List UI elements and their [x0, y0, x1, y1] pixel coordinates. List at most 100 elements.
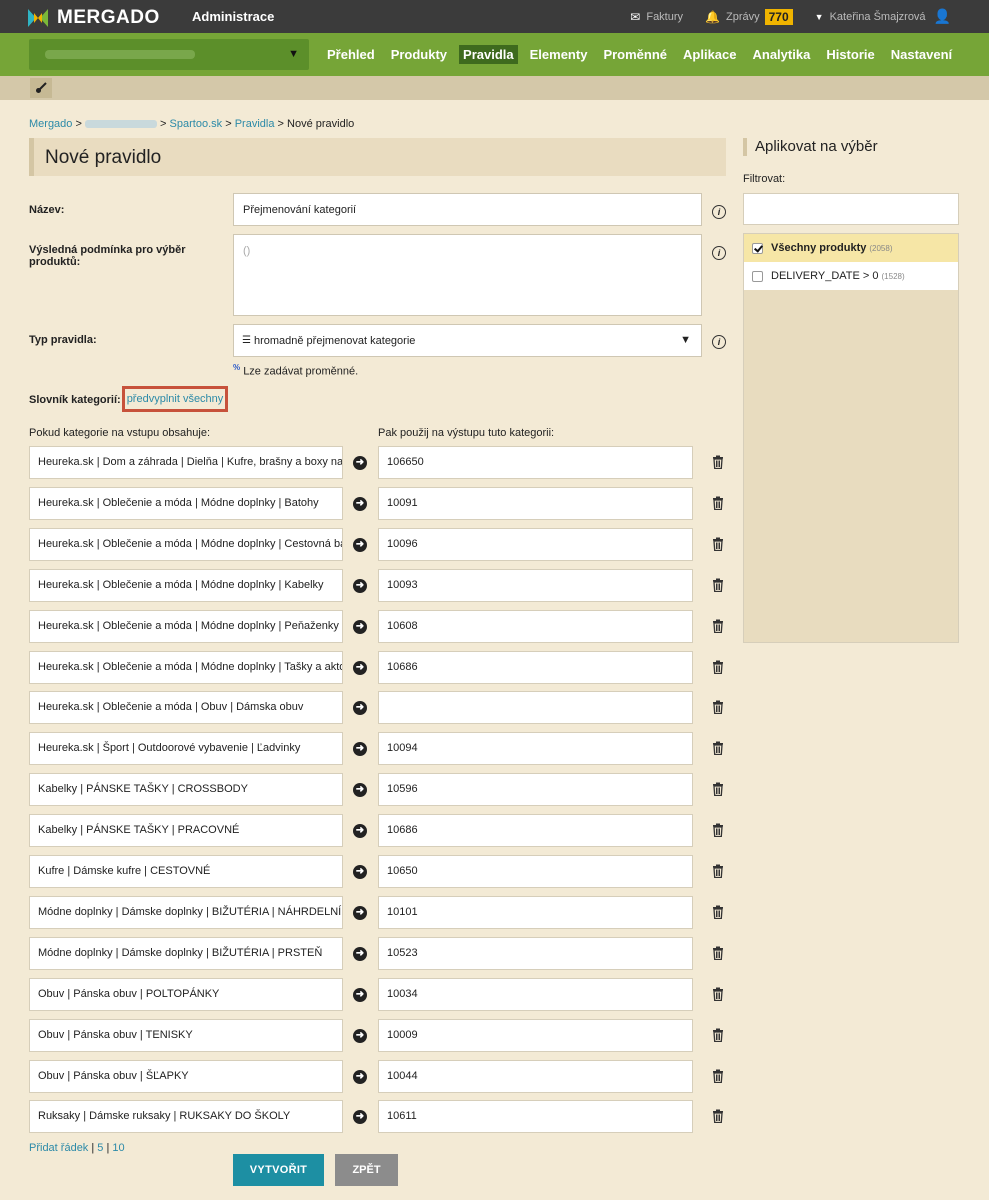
breadcrumb-redacted[interactable] [84, 120, 157, 129]
rule-input-field[interactable]: Heureka.sk | Oblečenie a móda | Módne do… [29, 527, 343, 561]
type-select[interactable]: ☰ hromadně přejmenovat kategorie ▼ [233, 324, 702, 357]
nav-item-promenne[interactable]: Proměnné [599, 45, 671, 64]
rule-output-field[interactable]: 10044 [378, 1059, 693, 1093]
nav-item-pravidla[interactable]: Pravidla [459, 45, 518, 64]
nav-item-nastaveni[interactable]: Nastavení [887, 45, 956, 64]
breadcrumb-shop[interactable]: Spartoo.sk [170, 118, 223, 130]
nav-item-historie[interactable]: Historie [822, 45, 878, 64]
trash-icon[interactable] [712, 782, 724, 797]
breadcrumb-current: Nové pravidlo [287, 118, 355, 130]
rule-row: Ruksaky | Dámske ruksaky | RUKSAKY DO ŠK… [29, 1100, 723, 1134]
info-icon[interactable]: i [712, 246, 726, 260]
selection-item-delivery-date[interactable]: DELIVERY_DATE > 0 (1528) [744, 262, 958, 290]
nav-item-elementy[interactable]: Elementy [526, 45, 592, 64]
main-nav-bar: ▼ Přehled Produkty Pravidla Elementy Pro… [0, 33, 989, 76]
rule-input-field[interactable]: Obuv | Pánska obuv | ŠĽAPKY [29, 1059, 343, 1093]
page-title-box: Nové pravidlo [29, 138, 726, 176]
trash-icon[interactable] [712, 537, 724, 551]
rule-output-field[interactable]: 106650 [378, 446, 693, 479]
rule-input-field[interactable]: Heureka.sk | Oblečenie a móda | Módne do… [29, 486, 343, 520]
checkbox-icon[interactable] [752, 270, 763, 282]
user-menu[interactable]: ▼ Kateřina Šmajzrová 👤 [815, 8, 951, 25]
condition-textarea[interactable]: () [233, 234, 702, 316]
rule-output-field[interactable]: 10596 [378, 773, 693, 807]
nav-item-analytika[interactable]: Analytika [749, 45, 815, 64]
section-title: Administrace [192, 9, 275, 24]
rule-input-field[interactable]: Heureka.sk | Oblečenie a móda | Módne do… [29, 568, 343, 602]
rule-output-field[interactable]: 10686 [378, 814, 693, 848]
add-row-link[interactable]: Přidat řádek [29, 1142, 88, 1154]
add-10-rows-link[interactable]: 10 [112, 1142, 124, 1154]
rule-input-field[interactable]: Heureka.sk | Oblečenie a móda | Obuv | D… [29, 691, 343, 725]
trash-icon[interactable] [712, 1109, 724, 1124]
trash-icon[interactable] [712, 905, 724, 919]
arrow-right-icon: ➜ [353, 537, 367, 552]
rule-output-field[interactable]: 10650 [378, 855, 693, 888]
messages-link[interactable]: 🔔 Zprávy 770 [705, 8, 793, 25]
trash-icon[interactable] [712, 987, 724, 1001]
rule-output-field[interactable]: 10101 [378, 895, 693, 929]
breadcrumb-rules[interactable]: Pravidla [235, 118, 275, 130]
brush-tool-button[interactable] [30, 78, 52, 98]
arrow-right-icon: ➜ [353, 987, 367, 1002]
trash-icon[interactable] [712, 1028, 724, 1042]
rule-input-field[interactable]: Obuv | Pánska obuv | TENISKY [29, 1018, 343, 1052]
checkbox-icon[interactable] [752, 242, 763, 254]
rule-row: Heureka.sk | Oblečenie a móda | Módne do… [29, 609, 723, 643]
brand-logo[interactable]: MERGADO [28, 7, 160, 29]
rule-output-field[interactable]: 10611 [378, 1100, 693, 1134]
rule-output-field[interactable]: 10523 [378, 936, 693, 970]
rule-output-field[interactable]: 10686 [378, 650, 693, 684]
trash-icon[interactable] [712, 946, 724, 960]
rule-input-field[interactable]: Kabelky | PÁNSKE TAŠKY | CROSSBODY [29, 773, 343, 807]
trash-icon[interactable] [712, 1069, 724, 1083]
add-5-rows-link[interactable]: 5 [97, 1142, 103, 1154]
invoices-link[interactable]: ✉ Faktury [630, 10, 683, 24]
rule-input-field[interactable]: Heureka.sk | Oblečenie a móda | Módne do… [29, 650, 343, 684]
trash-icon[interactable] [712, 496, 724, 510]
trash-icon[interactable] [712, 741, 724, 756]
back-button[interactable]: ZPĚT [335, 1154, 398, 1186]
nav-item-prehled[interactable]: Přehled [323, 45, 379, 64]
rule-row: Heureka.sk | Oblečenie a móda | Módne do… [29, 527, 723, 561]
info-icon[interactable]: i [712, 205, 726, 219]
rule-output-field[interactable]: 10094 [378, 732, 693, 766]
selection-item-all-products[interactable]: Všechny produkty (2058) [744, 234, 958, 262]
trash-icon[interactable] [712, 619, 724, 633]
breadcrumb-root[interactable]: Mergado [29, 118, 72, 130]
rule-input-field[interactable]: Ruksaky | Dámske ruksaky | RUKSAKY DO ŠK… [29, 1100, 343, 1134]
rule-input-field[interactable]: Obuv | Pánska obuv | POLTOPÁNKY [29, 977, 343, 1011]
trash-icon[interactable] [712, 455, 724, 469]
nav-item-produkty[interactable]: Produkty [387, 45, 451, 64]
rule-output-field[interactable]: 10034 [378, 977, 693, 1011]
rule-output-field[interactable]: 10608 [378, 609, 693, 643]
rule-output-field[interactable] [378, 691, 693, 725]
sub-toolbar [0, 76, 989, 100]
trash-icon[interactable] [712, 823, 724, 838]
trash-icon[interactable] [712, 578, 724, 592]
create-button[interactable]: VYTVOŘIT [233, 1154, 324, 1186]
rule-output-field[interactable]: 10091 [378, 486, 693, 520]
trash-icon[interactable] [712, 864, 724, 878]
rule-input-field[interactable]: Módne doplnky | Dámske doplnky | BIŽUTÉR… [29, 895, 343, 929]
trash-icon[interactable] [712, 700, 724, 715]
prefill-all-link[interactable]: předvyplnit všechny [122, 386, 228, 412]
rule-output-field[interactable]: 10009 [378, 1018, 693, 1052]
rule-input-field[interactable]: Heureka.sk | Oblečenie a móda | Módne do… [29, 609, 343, 643]
rule-input-field[interactable]: Heureka.sk | Šport | Outdoorové vybaveni… [29, 732, 343, 766]
rule-input-field[interactable]: Heureka.sk | Dom a záhrada | Dielňa | Ku… [29, 446, 343, 479]
filter-input[interactable] [743, 193, 959, 225]
dictionary-label: Slovník kategorií: [29, 394, 121, 406]
rule-output-field[interactable]: 10096 [378, 527, 693, 561]
rule-input-field[interactable]: Módne doplnky | Dámske doplnky | BIŽUTÉR… [29, 936, 343, 970]
trash-icon[interactable] [712, 660, 724, 674]
info-icon[interactable]: i [712, 335, 726, 349]
rule-row: Kabelky | PÁNSKE TAŠKY | CROSSBODY ➜ 10596 [29, 773, 723, 807]
name-input[interactable]: Přejmenování kategorií [233, 193, 702, 226]
shop-select[interactable]: ▼ [29, 39, 309, 70]
rule-input-field[interactable]: Kabelky | PÁNSKE TAŠKY | PRACOVNÉ [29, 814, 343, 848]
rule-output-field[interactable]: 10093 [378, 568, 693, 602]
nav-item-aplikace[interactable]: Aplikace [679, 45, 740, 64]
rule-input-field[interactable]: Kufre | Dámske kufre | CESTOVNÉ [29, 855, 343, 888]
page-title: Nové pravidlo [45, 147, 162, 168]
